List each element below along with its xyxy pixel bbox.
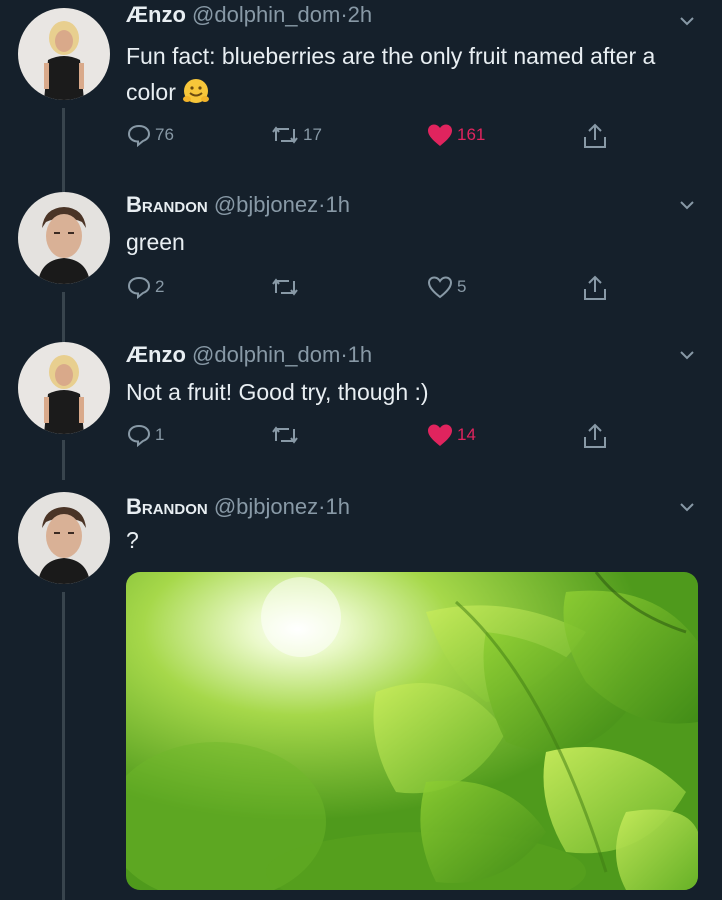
retweet-button[interactable]: 17 (270, 122, 322, 148)
chevron-down-icon[interactable] (678, 498, 696, 516)
retweet-button[interactable] (270, 274, 300, 300)
reply-icon (127, 276, 151, 300)
tweet-header: Ænzo @dolphin_dom·2h (126, 2, 372, 28)
display-name[interactable]: Ænzo (126, 2, 186, 27)
like-count: 14 (457, 425, 476, 444)
timestamp[interactable]: 1h (325, 494, 349, 519)
thread-line (62, 592, 65, 900)
tweet-text: green (126, 224, 696, 260)
reply-button[interactable]: 2 (126, 274, 164, 300)
share-icon (584, 123, 606, 148)
avatar-aenzo[interactable] (18, 342, 110, 434)
reply-count: 76 (155, 125, 174, 144)
heart-filled-icon (428, 424, 452, 446)
user-handle[interactable]: @bjbjonez (214, 192, 318, 217)
thread-line (62, 170, 65, 192)
display-name[interactable]: Ænzo (126, 342, 186, 367)
chevron-down-icon[interactable] (678, 196, 696, 214)
thread-line (62, 292, 65, 320)
thread-line (62, 320, 65, 344)
retweet-count: 17 (303, 125, 322, 144)
tweet-header: Brandon @bjbjonez·1h (126, 192, 350, 218)
avatar-brandon[interactable] (18, 192, 110, 284)
tweet-2[interactable]: Brandon @bjbjonez·1h green 2 5 (0, 170, 722, 320)
tweet-1[interactable]: Ænzo @dolphin_dom·2h Fun fact: blueberri… (0, 0, 722, 170)
like-count: 5 (457, 277, 467, 296)
tweet-media-image[interactable] (126, 572, 698, 890)
avatar-brandon[interactable] (18, 492, 110, 584)
reply-icon (127, 124, 151, 148)
heart-outline-icon (427, 276, 453, 299)
hugging-face-emoji-icon (182, 78, 210, 114)
separator-dot: · (340, 2, 348, 27)
retweet-icon (272, 278, 298, 296)
user-handle[interactable]: @bjbjonez (214, 494, 318, 519)
tweet-actions: 76 17 161 (126, 122, 616, 152)
tweet-text-content: ? (126, 527, 139, 553)
share-icon (584, 275, 606, 300)
green-leaves-photo (126, 572, 698, 890)
thread-line (62, 108, 65, 170)
user-handle[interactable]: @dolphin_dom (192, 2, 340, 27)
tweet-text-content: Not a fruit! Good try, though :) (126, 379, 429, 405)
tweet-actions: 1 14 (126, 422, 616, 452)
separator-dot: · (340, 342, 348, 367)
user-handle[interactable]: @dolphin_dom (192, 342, 340, 367)
display-name[interactable]: Brandon (126, 494, 208, 519)
avatar-aenzo[interactable] (18, 8, 110, 100)
chevron-down-icon[interactable] (678, 12, 696, 30)
retweet-icon (272, 126, 298, 144)
retweet-button[interactable] (270, 422, 300, 448)
chevron-down-icon[interactable] (678, 346, 696, 364)
share-button[interactable] (582, 274, 608, 302)
tweet-actions: 2 5 (126, 274, 616, 304)
reply-button[interactable]: 76 (126, 122, 174, 148)
like-button[interactable]: 161 (426, 122, 485, 148)
timestamp[interactable]: 1h (325, 192, 349, 217)
like-button[interactable]: 14 (426, 422, 476, 448)
share-button[interactable] (582, 422, 608, 450)
display-name[interactable]: Brandon (126, 192, 208, 217)
share-icon (584, 423, 606, 448)
tweet-header: Brandon @bjbjonez·1h (126, 494, 350, 520)
like-button[interactable]: 5 (426, 274, 466, 300)
tweet-header: Ænzo @dolphin_dom·1h (126, 342, 372, 368)
tweet-text: Fun fact: blueberries are the only fruit… (126, 38, 696, 114)
thread-line (62, 440, 65, 480)
timestamp[interactable]: 2h (348, 2, 372, 27)
retweet-icon (272, 426, 298, 444)
reply-icon (127, 424, 151, 448)
tweet-text-content: green (126, 229, 185, 255)
reply-count: 1 (155, 425, 165, 444)
tweet-text: ? (126, 522, 696, 558)
timestamp[interactable]: 1h (348, 342, 372, 367)
reply-count: 2 (155, 277, 165, 296)
like-count: 161 (457, 125, 486, 144)
heart-filled-icon (428, 124, 452, 146)
share-button[interactable] (582, 122, 608, 150)
reply-button[interactable]: 1 (126, 422, 164, 448)
tweet-text: Not a fruit! Good try, though :) (126, 374, 696, 410)
tweet-3[interactable]: Ænzo @dolphin_dom·1h Not a fruit! Good t… (0, 320, 722, 480)
